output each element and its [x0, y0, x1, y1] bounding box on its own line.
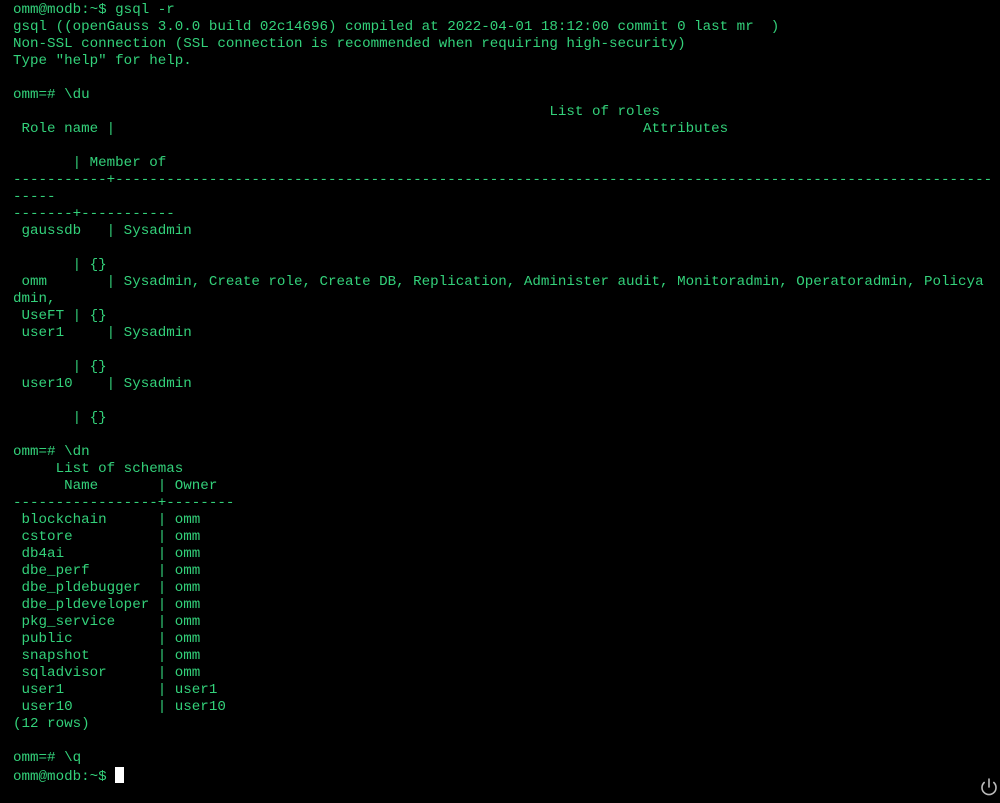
terminal-line: Non-SSL connection (SSL connection is re…: [13, 36, 686, 52]
power-button[interactable]: [978, 776, 1000, 798]
terminal-line: omm=# \dn: [13, 444, 90, 460]
terminal-line: sqladvisor | omm: [13, 665, 201, 681]
terminal-line: omm | Sysadmin, Create role, Create DB, …: [13, 274, 984, 290]
terminal-line: Type "help" for help.: [13, 53, 192, 69]
terminal-output: omm@modb:~$ gsql -r gsql ((openGauss 3.0.…: [13, 2, 993, 784]
terminal-line: public | omm: [13, 631, 201, 647]
terminal-line: user1 | user1: [13, 682, 218, 698]
terminal-line: dbe_perf | omm: [13, 563, 201, 579]
terminal-line: user10 | Sysadmin: [13, 376, 192, 392]
terminal-line: | Member of: [13, 155, 167, 171]
terminal-line: -----------+----------------------------…: [13, 172, 993, 188]
terminal-line: gsql ((openGauss 3.0.0 build 02c14696) c…: [13, 19, 780, 35]
terminal-line: Role name | Attributes: [13, 121, 729, 137]
prompt-text: omm@modb:~$: [13, 769, 116, 784]
prompt-line[interactable]: omm@modb:~$: [13, 767, 993, 784]
terminal-line: cstore | omm: [13, 529, 201, 545]
terminal-line: | {}: [13, 410, 107, 426]
terminal-line: | {}: [13, 257, 107, 273]
terminal-line: snapshot | omm: [13, 648, 201, 664]
terminal-window[interactable]: omm@modb:~$ gsql -r gsql ((openGauss 3.0.…: [0, 0, 1000, 798]
terminal-line: dmin,: [13, 291, 56, 307]
terminal-line: db4ai | omm: [13, 546, 201, 562]
terminal-line: gaussdb | Sysadmin: [13, 223, 192, 239]
terminal-line: omm=# \q: [13, 750, 82, 766]
terminal-line: -----------------+--------: [13, 495, 235, 511]
text-cursor: [115, 767, 125, 783]
terminal-line: omm@modb:~$ gsql -r: [13, 2, 175, 18]
terminal-line: List of roles: [13, 104, 661, 120]
terminal-line: dbe_pldebugger | omm: [13, 580, 201, 596]
terminal-line: -------+-----------: [13, 206, 175, 222]
terminal-line: List of schemas: [13, 461, 184, 477]
terminal-line: user10 | user10: [13, 699, 226, 715]
terminal-line: (12 rows): [13, 716, 90, 732]
terminal-line: dbe_pldeveloper | omm: [13, 597, 201, 613]
terminal-line: Name | Owner: [13, 478, 218, 494]
terminal-line: -----: [13, 189, 56, 205]
terminal-line: pkg_service | omm: [13, 614, 201, 630]
power-icon: [981, 778, 997, 796]
terminal-line: user1 | Sysadmin: [13, 325, 192, 341]
terminal-line: | {}: [13, 359, 107, 375]
terminal-line: blockchain | omm: [13, 512, 201, 528]
terminal-line: omm=# \du: [13, 87, 90, 103]
terminal-line: UseFT | {}: [13, 308, 107, 324]
